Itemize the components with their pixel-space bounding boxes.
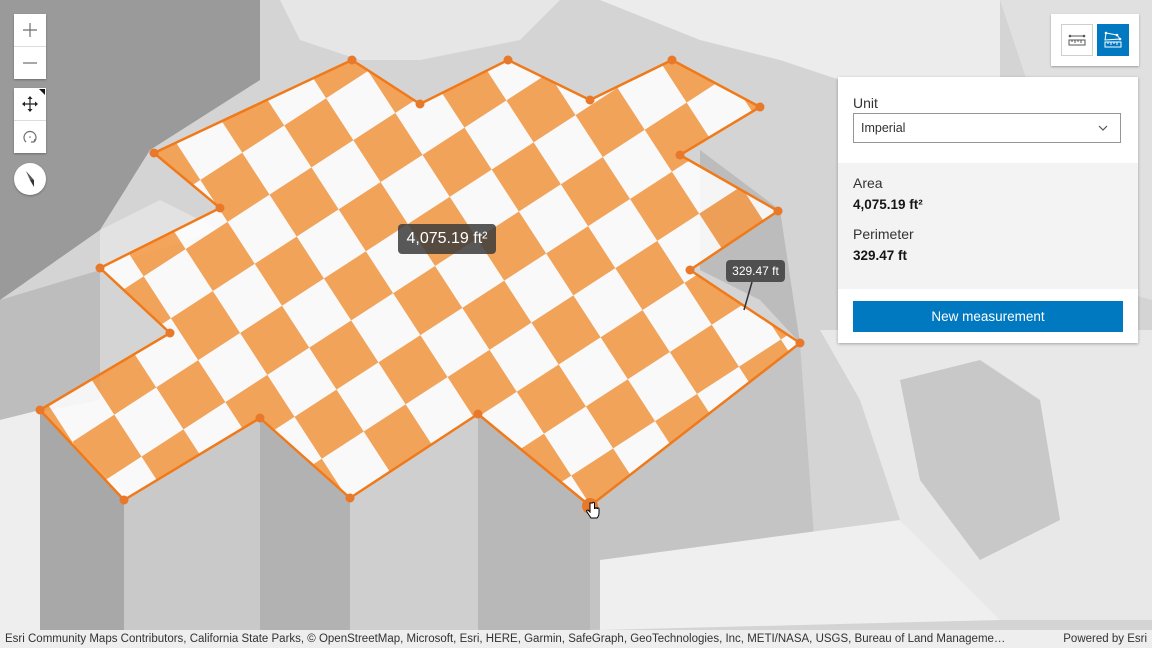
vertex-handle[interactable] <box>795 338 805 348</box>
perimeter-value: 329.47 ft <box>853 248 908 263</box>
measurement-results: Area 4,075.19 ft² Perimeter 329.47 ft <box>838 163 1138 289</box>
chevron-down-icon <box>1098 125 1108 131</box>
new-measurement-button[interactable]: New measurement <box>853 301 1123 332</box>
area-measurement-icon <box>1104 31 1122 48</box>
vertex-handle[interactable] <box>685 265 695 275</box>
vertex-handle[interactable] <box>165 328 175 338</box>
vertex-handle[interactable] <box>35 405 45 415</box>
vertex-handle[interactable] <box>149 148 159 158</box>
minus-icon <box>23 62 37 64</box>
vertex-handle[interactable] <box>773 206 783 216</box>
vertex-handle[interactable] <box>585 95 595 105</box>
powered-by-link[interactable]: Powered by Esri <box>1063 633 1147 645</box>
zoom-controls <box>14 14 46 79</box>
vertex-handle[interactable] <box>415 99 425 109</box>
measurement-tool-toggle <box>1051 14 1139 66</box>
pan-button[interactable] <box>14 88 46 120</box>
area-measurement-panel: Unit Imperial Area 4,075.19 ft² Perimete… <box>838 77 1138 343</box>
area-measurement-button[interactable] <box>1097 24 1129 56</box>
compass-button[interactable] <box>14 163 46 195</box>
rotate-button[interactable] <box>14 120 46 153</box>
area-value: 4,075.19 ft² <box>853 197 923 212</box>
unit-select-value: Imperial <box>861 121 906 135</box>
mode-indicator <box>39 89 45 95</box>
unit-select[interactable]: Imperial <box>853 113 1121 143</box>
vertex-handle[interactable] <box>667 55 677 65</box>
navigation-mode-controls <box>14 88 46 153</box>
attribution-text[interactable]: Esri Community Maps Contributors, Califo… <box>5 633 1005 645</box>
vertex-handle[interactable] <box>95 263 105 273</box>
vertex-handle[interactable] <box>215 203 225 213</box>
zoom-out-button[interactable] <box>14 46 46 79</box>
vertex-handle[interactable] <box>347 55 357 65</box>
pan-arrows-icon <box>22 96 38 112</box>
vertex-handle[interactable] <box>473 409 483 419</box>
zoom-in-button[interactable] <box>14 14 46 46</box>
vertex-handle[interactable] <box>119 495 129 505</box>
area-map-label: 4,075.19 ft² <box>398 224 496 254</box>
attribution-bar[interactable]: Esri Community Maps Contributors, Califo… <box>0 630 1152 648</box>
plus-icon <box>23 23 37 37</box>
distance-measurement-button[interactable] <box>1061 24 1093 56</box>
rotate-icon <box>23 131 37 143</box>
perimeter-map-label: 329.47 ft <box>726 260 785 282</box>
distance-measurement-icon <box>1068 34 1086 46</box>
unit-label: Unit <box>853 95 878 111</box>
vertex-handle[interactable] <box>345 493 355 503</box>
vertex-handle[interactable] <box>675 150 685 160</box>
compass-needle-icon <box>26 171 34 187</box>
vertex-handle[interactable] <box>755 102 765 112</box>
area-label: Area <box>853 175 883 191</box>
vertex-handle[interactable] <box>255 413 265 423</box>
vertex-handle[interactable] <box>503 55 513 65</box>
perimeter-label: Perimeter <box>853 226 914 242</box>
